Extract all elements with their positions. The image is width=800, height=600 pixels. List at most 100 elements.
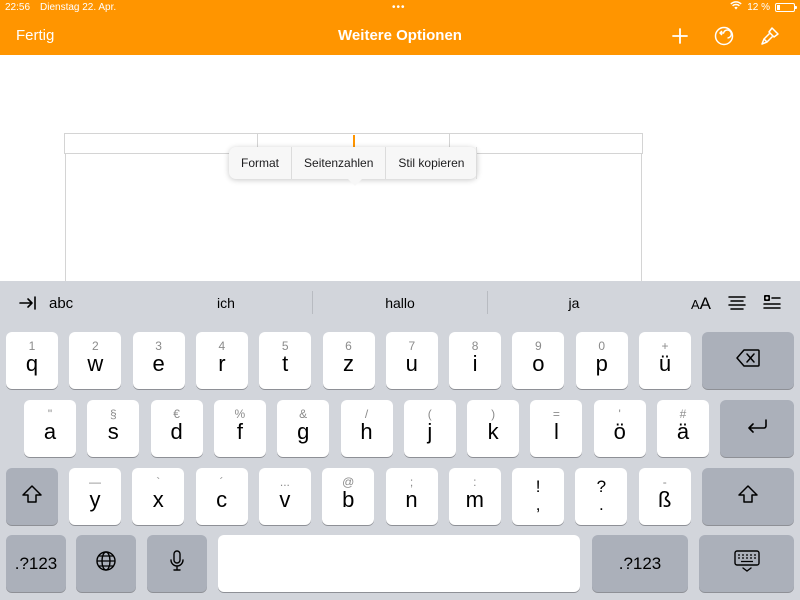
document-canvas[interactable]: Format Seitenzahlen Stil kopieren bbox=[0, 55, 800, 284]
key-l[interactable]: = l bbox=[530, 400, 583, 457]
key-label: e bbox=[152, 351, 165, 376]
suggestion-bar: abc ich hallo ja AA bbox=[0, 281, 800, 325]
key-label: ! bbox=[535, 477, 541, 496]
key-v[interactable]: ... v bbox=[258, 468, 311, 525]
key-o[interactable]: 9o bbox=[512, 332, 565, 389]
status-time: 22:56 bbox=[5, 2, 31, 13]
key-e[interactable]: 3e bbox=[132, 332, 185, 389]
key-ü[interactable]: + ü bbox=[639, 332, 691, 389]
key-label: v bbox=[279, 487, 291, 512]
key-r[interactable]: 4r bbox=[195, 332, 248, 389]
status-date: Dienstag 22. Apr. bbox=[40, 2, 117, 13]
context-menu-arrow bbox=[348, 179, 362, 186]
keyboard: abc ich hallo ja AA 1q2w3e4r5t6z7u8i9o0p… bbox=[0, 281, 800, 600]
key-t[interactable]: 5t bbox=[259, 332, 312, 389]
key-label: f bbox=[236, 419, 243, 444]
return-icon bbox=[746, 418, 768, 439]
keyboard-hide-icon bbox=[733, 550, 760, 577]
space-key[interactable] bbox=[218, 535, 580, 592]
key-label: h bbox=[360, 419, 373, 444]
numbers-key-left[interactable]: .?123 bbox=[6, 535, 66, 592]
paintbrush-icon[interactable] bbox=[757, 23, 783, 49]
key-label: y bbox=[89, 487, 101, 512]
key-z[interactable]: 6z bbox=[322, 332, 375, 389]
globe-icon bbox=[95, 550, 117, 577]
key-label: .?123 bbox=[618, 553, 662, 573]
header-cell-right[interactable] bbox=[450, 134, 642, 153]
menu-item-copy-style[interactable]: Stil kopieren bbox=[386, 147, 478, 179]
backspace-key[interactable] bbox=[702, 332, 794, 389]
key-ö[interactable]: ' ö bbox=[593, 400, 646, 457]
key-f[interactable]: % f bbox=[213, 400, 266, 457]
menu-item-page-numbers[interactable]: Seitenzahlen bbox=[292, 147, 387, 179]
key-label: i bbox=[472, 351, 478, 376]
key-label: o bbox=[532, 351, 545, 376]
key-y[interactable]: — y bbox=[69, 468, 121, 525]
key-label: k bbox=[487, 419, 499, 444]
key-j[interactable]: (j bbox=[403, 400, 456, 457]
key-c[interactable]: ´ c bbox=[195, 468, 248, 525]
key-label: d bbox=[170, 419, 183, 444]
shift-left-key[interactable] bbox=[6, 468, 58, 525]
key-m[interactable]: :m bbox=[448, 468, 501, 525]
key-label: ö bbox=[613, 419, 626, 444]
done-button[interactable]: Fertig bbox=[16, 27, 54, 44]
align-icon[interactable] bbox=[727, 293, 747, 318]
dictation-key[interactable] bbox=[147, 535, 207, 592]
shift-icon bbox=[738, 485, 758, 508]
multitasking-dots[interactable]: ••• bbox=[392, 2, 406, 13]
key-secondary-label: , bbox=[535, 495, 541, 514]
shift-icon bbox=[22, 485, 42, 508]
key-label: x bbox=[152, 487, 164, 512]
insert-list-icon[interactable] bbox=[762, 293, 782, 318]
key-a[interactable]: " a bbox=[24, 400, 76, 457]
key-label: ü bbox=[658, 351, 672, 376]
key-g[interactable]: & g bbox=[277, 400, 330, 457]
key-n[interactable]: ; n bbox=[385, 468, 438, 525]
suggestion-1[interactable]: ich bbox=[139, 295, 313, 311]
top-bar: 22:56 Dienstag 22. Apr. ••• 12 % Fertig … bbox=[0, 0, 800, 55]
key-label: a bbox=[43, 419, 57, 444]
key-w[interactable]: 2w bbox=[69, 332, 122, 389]
plus-icon[interactable] bbox=[667, 23, 693, 49]
key-x[interactable]: ` x bbox=[132, 468, 185, 525]
key-question[interactable]: ?. bbox=[575, 468, 628, 525]
key-label: j bbox=[427, 419, 433, 444]
battery-percent: 12 % bbox=[747, 1, 770, 13]
key-k[interactable]: ) k bbox=[467, 400, 520, 457]
key-label: l bbox=[553, 419, 559, 444]
key-label: q bbox=[25, 351, 39, 376]
key-b[interactable]: @ b bbox=[322, 468, 375, 525]
key-label: .?123 bbox=[14, 553, 58, 573]
wifi-icon bbox=[730, 1, 742, 13]
menu-item-format[interactable]: Format bbox=[229, 147, 293, 179]
key-label: b bbox=[342, 487, 355, 512]
key-d[interactable]: € d bbox=[150, 400, 203, 457]
key-s[interactable]: § s bbox=[87, 400, 140, 457]
key-label: g bbox=[297, 419, 310, 444]
key-u[interactable]: 7u bbox=[385, 332, 438, 389]
key-label: w bbox=[87, 351, 104, 376]
key-i[interactable]: 8i bbox=[449, 332, 502, 389]
text-size-button[interactable]: AA bbox=[691, 294, 711, 314]
key-h[interactable]: / h bbox=[340, 400, 393, 457]
key-secondary-label: . bbox=[599, 495, 604, 514]
globe-key[interactable] bbox=[76, 535, 136, 592]
context-menu: Format Seitenzahlen Stil kopieren bbox=[229, 147, 478, 186]
undo-icon[interactable] bbox=[711, 23, 737, 49]
key-q[interactable]: 1q bbox=[6, 332, 58, 389]
hide-keyboard-key[interactable] bbox=[699, 535, 794, 592]
key-ä[interactable]: # ä bbox=[657, 400, 709, 457]
abc-label[interactable]: abc bbox=[49, 295, 73, 312]
key-ß[interactable]: -ß bbox=[638, 468, 691, 525]
tab-icon[interactable] bbox=[18, 293, 38, 318]
key-p[interactable]: 0p bbox=[575, 332, 628, 389]
key-exclaim[interactable]: !, bbox=[512, 468, 565, 525]
key-label: ä bbox=[676, 419, 690, 444]
key-label: r bbox=[218, 351, 226, 376]
shift-right-key[interactable] bbox=[702, 468, 794, 525]
suggestion-2[interactable]: hallo bbox=[313, 295, 487, 311]
numbers-key-right[interactable]: .?123 bbox=[592, 535, 688, 592]
return-key[interactable] bbox=[720, 400, 794, 457]
suggestion-3[interactable]: ja bbox=[487, 295, 661, 311]
